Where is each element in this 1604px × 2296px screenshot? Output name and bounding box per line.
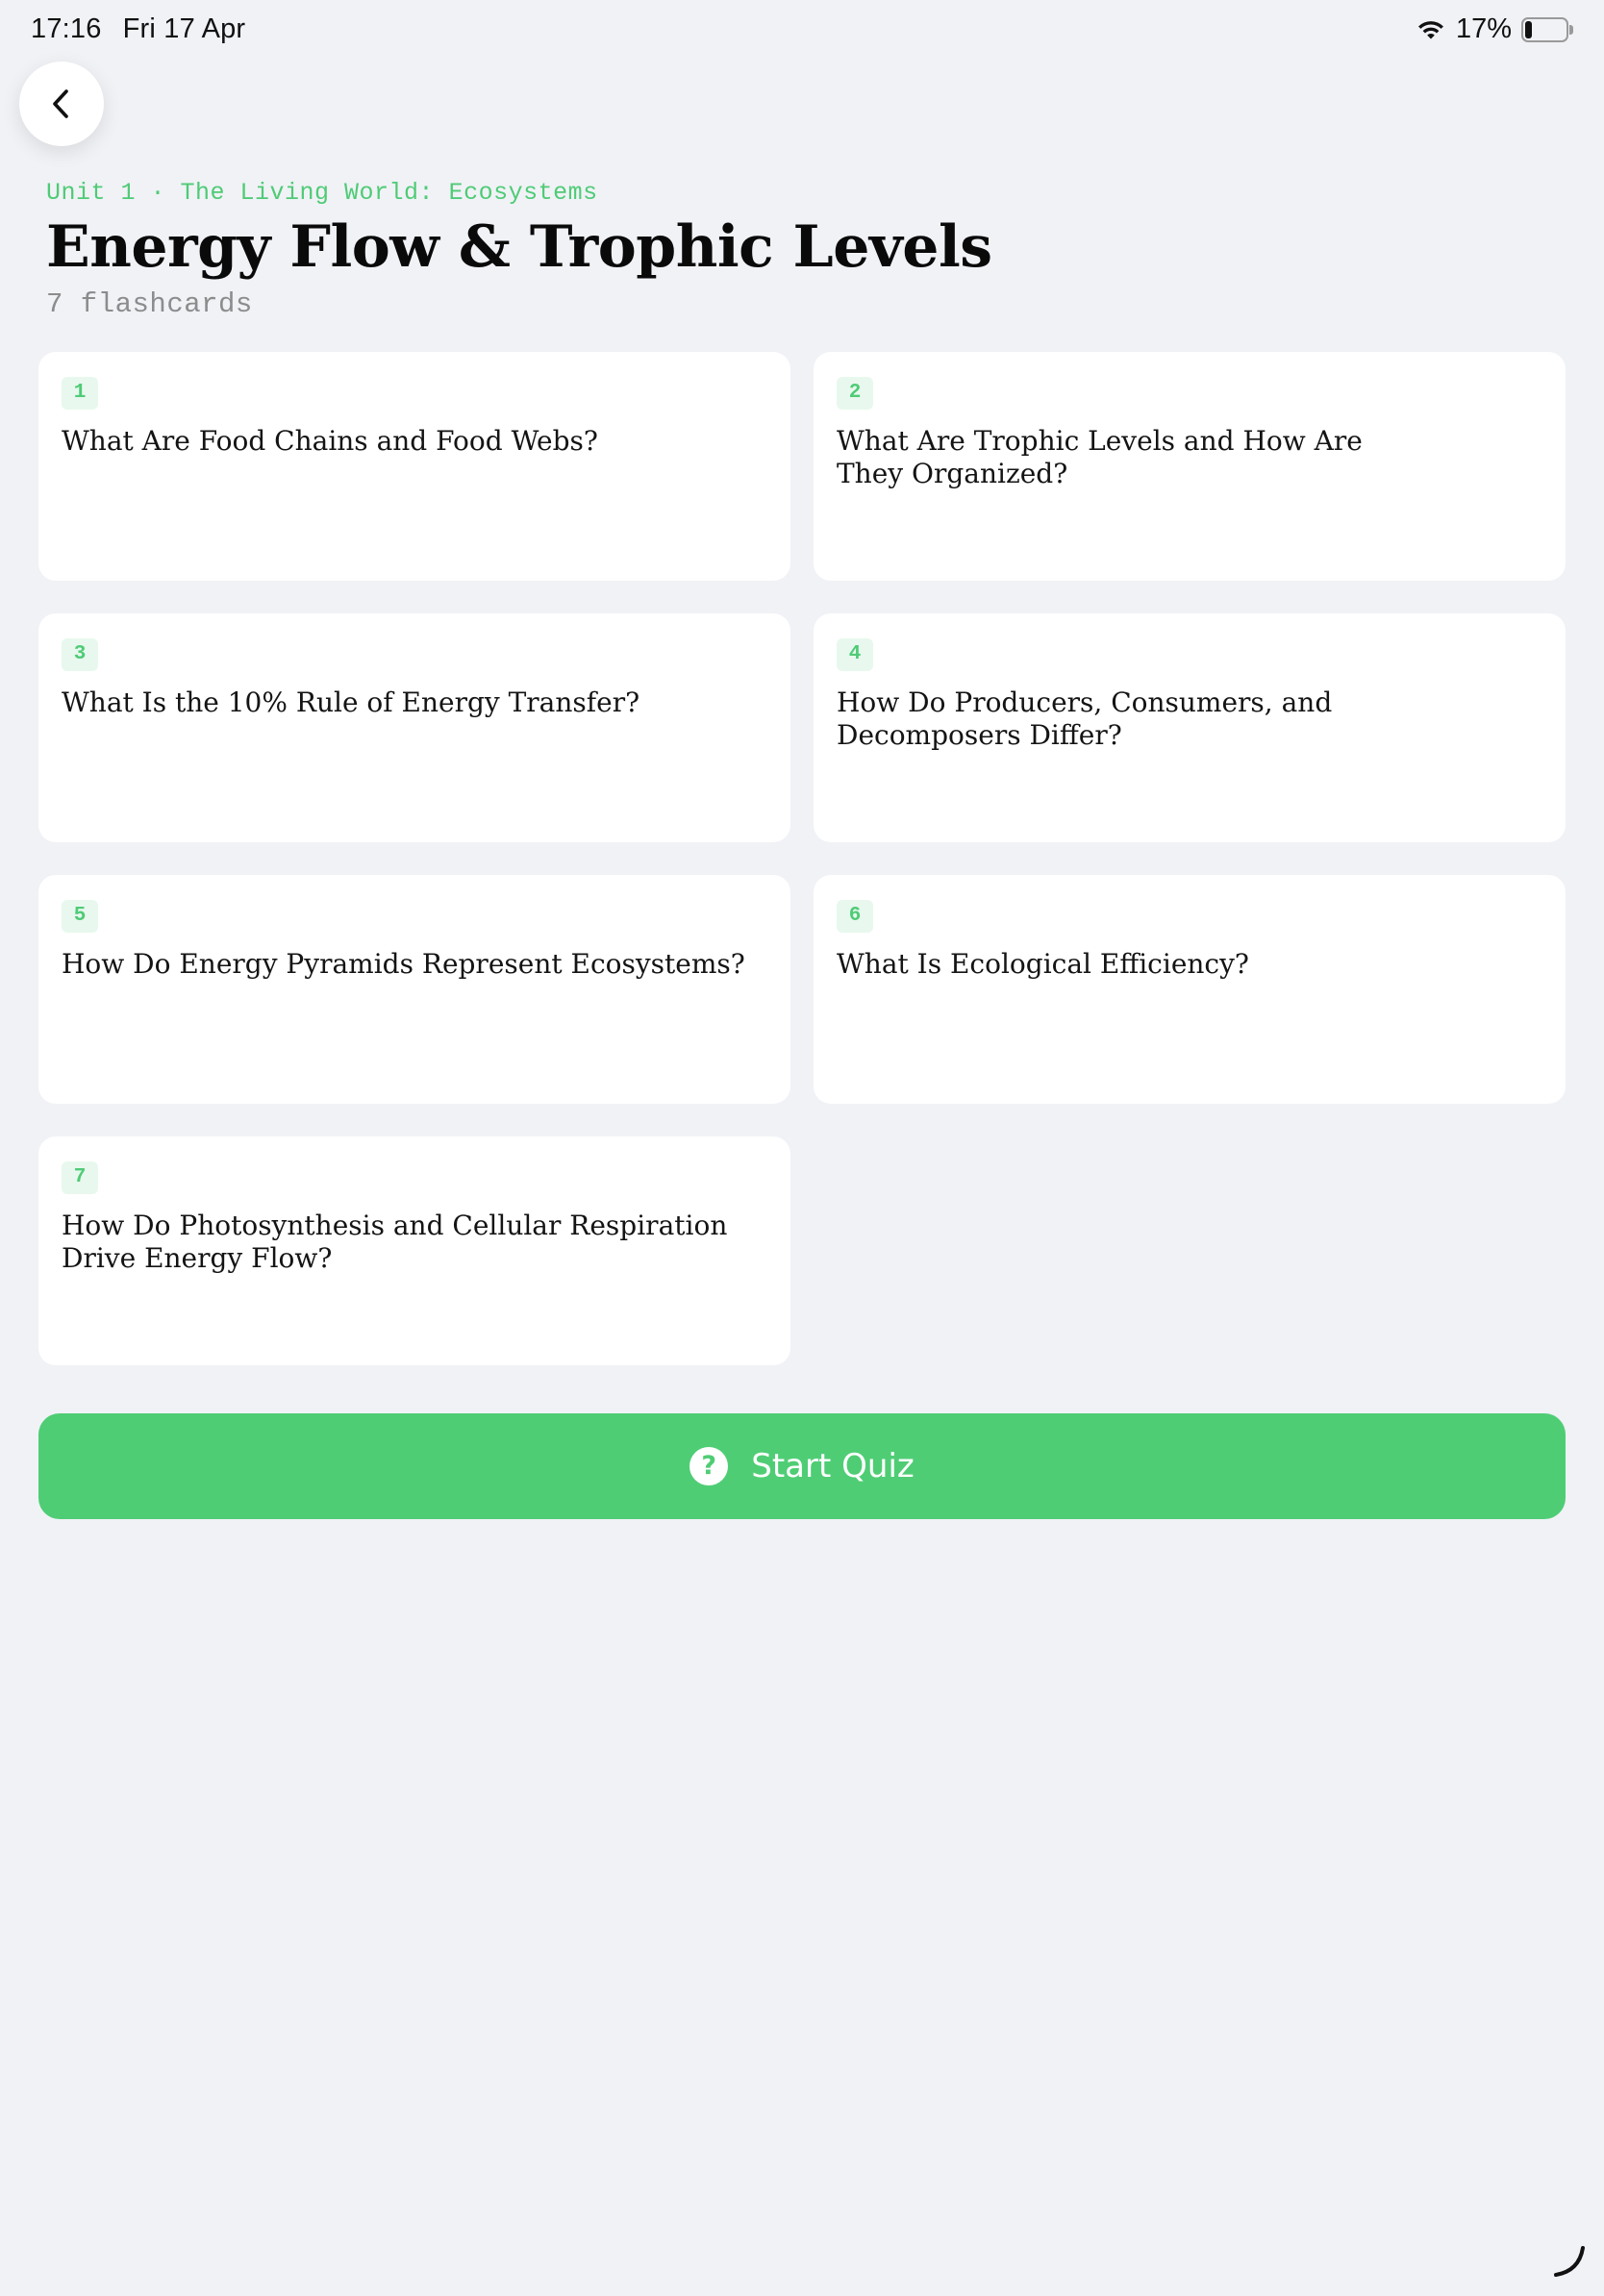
card-title: How Do Producers, Consumers, and Decompo… bbox=[837, 686, 1333, 751]
flashcard[interactable]: 3 What Is the 10% Rule of Energy Transfe… bbox=[38, 613, 790, 842]
status-time: 17:16 bbox=[31, 13, 102, 44]
resize-corner-icon[interactable] bbox=[1550, 2242, 1589, 2281]
status-date: Fri 17 Apr bbox=[122, 13, 246, 44]
start-quiz-button[interactable]: ? Start Quiz bbox=[38, 1413, 1566, 1519]
card-number-badge: 7 bbox=[62, 1161, 98, 1194]
chevron-left-icon bbox=[53, 89, 68, 118]
flashcard-count: 7 flashcards bbox=[46, 288, 253, 320]
card-title: What Is the 10% Rule of Energy Transfer? bbox=[62, 686, 640, 718]
card-number-badge: 3 bbox=[62, 638, 98, 671]
card-title: What Are Trophic Levels and How Are They… bbox=[837, 425, 1363, 489]
flashcard-grid: 1 What Are Food Chains and Food Webs? 2 … bbox=[38, 352, 1566, 1365]
card-number-badge: 1 bbox=[62, 377, 98, 410]
card-number-badge: 6 bbox=[837, 900, 873, 933]
card-title: How Do Energy Pyramids Represent Ecosyst… bbox=[62, 948, 745, 980]
card-title: How Do Photosynthesis and Cellular Respi… bbox=[62, 1210, 728, 1274]
flashcard[interactable]: 6 What Is Ecological Efficiency? bbox=[814, 875, 1566, 1104]
card-number-badge: 2 bbox=[837, 377, 873, 410]
card-number-badge: 4 bbox=[837, 638, 873, 671]
question-circle-icon: ? bbox=[689, 1447, 729, 1485]
status-bar: 17:16 Fri 17 Apr 17% bbox=[0, 0, 1604, 62]
flashcard[interactable]: 5 How Do Energy Pyramids Represent Ecosy… bbox=[38, 875, 790, 1104]
status-indicators: 17% bbox=[1416, 13, 1573, 45]
card-number-badge: 5 bbox=[62, 900, 98, 933]
flashcard[interactable]: 2 What Are Trophic Levels and How Are Th… bbox=[814, 352, 1566, 581]
card-title: What Are Food Chains and Food Webs? bbox=[62, 425, 598, 457]
battery-icon bbox=[1521, 16, 1573, 42]
wifi-icon bbox=[1417, 20, 1443, 38]
flashcard[interactable]: 4 How Do Producers, Consumers, and Decom… bbox=[814, 613, 1566, 842]
flashcard[interactable]: 7 How Do Photosynthesis and Cellular Res… bbox=[38, 1136, 790, 1365]
start-quiz-label: Start Quiz bbox=[751, 1447, 915, 1485]
status-time-date: 17:16 Fri 17 Apr bbox=[31, 13, 245, 45]
battery-cap bbox=[1569, 24, 1573, 35]
battery-level-fill bbox=[1525, 20, 1532, 38]
breadcrumb: Unit 1 · The Living World: Ecosystems bbox=[46, 179, 598, 207]
page-title: Energy Flow & Trophic Levels bbox=[46, 213, 992, 281]
back-button[interactable] bbox=[19, 62, 104, 146]
flashcard[interactable]: 1 What Are Food Chains and Food Webs? bbox=[38, 352, 790, 581]
card-title: What Is Ecological Efficiency? bbox=[837, 948, 1249, 980]
battery-percent: 17% bbox=[1455, 13, 1512, 44]
